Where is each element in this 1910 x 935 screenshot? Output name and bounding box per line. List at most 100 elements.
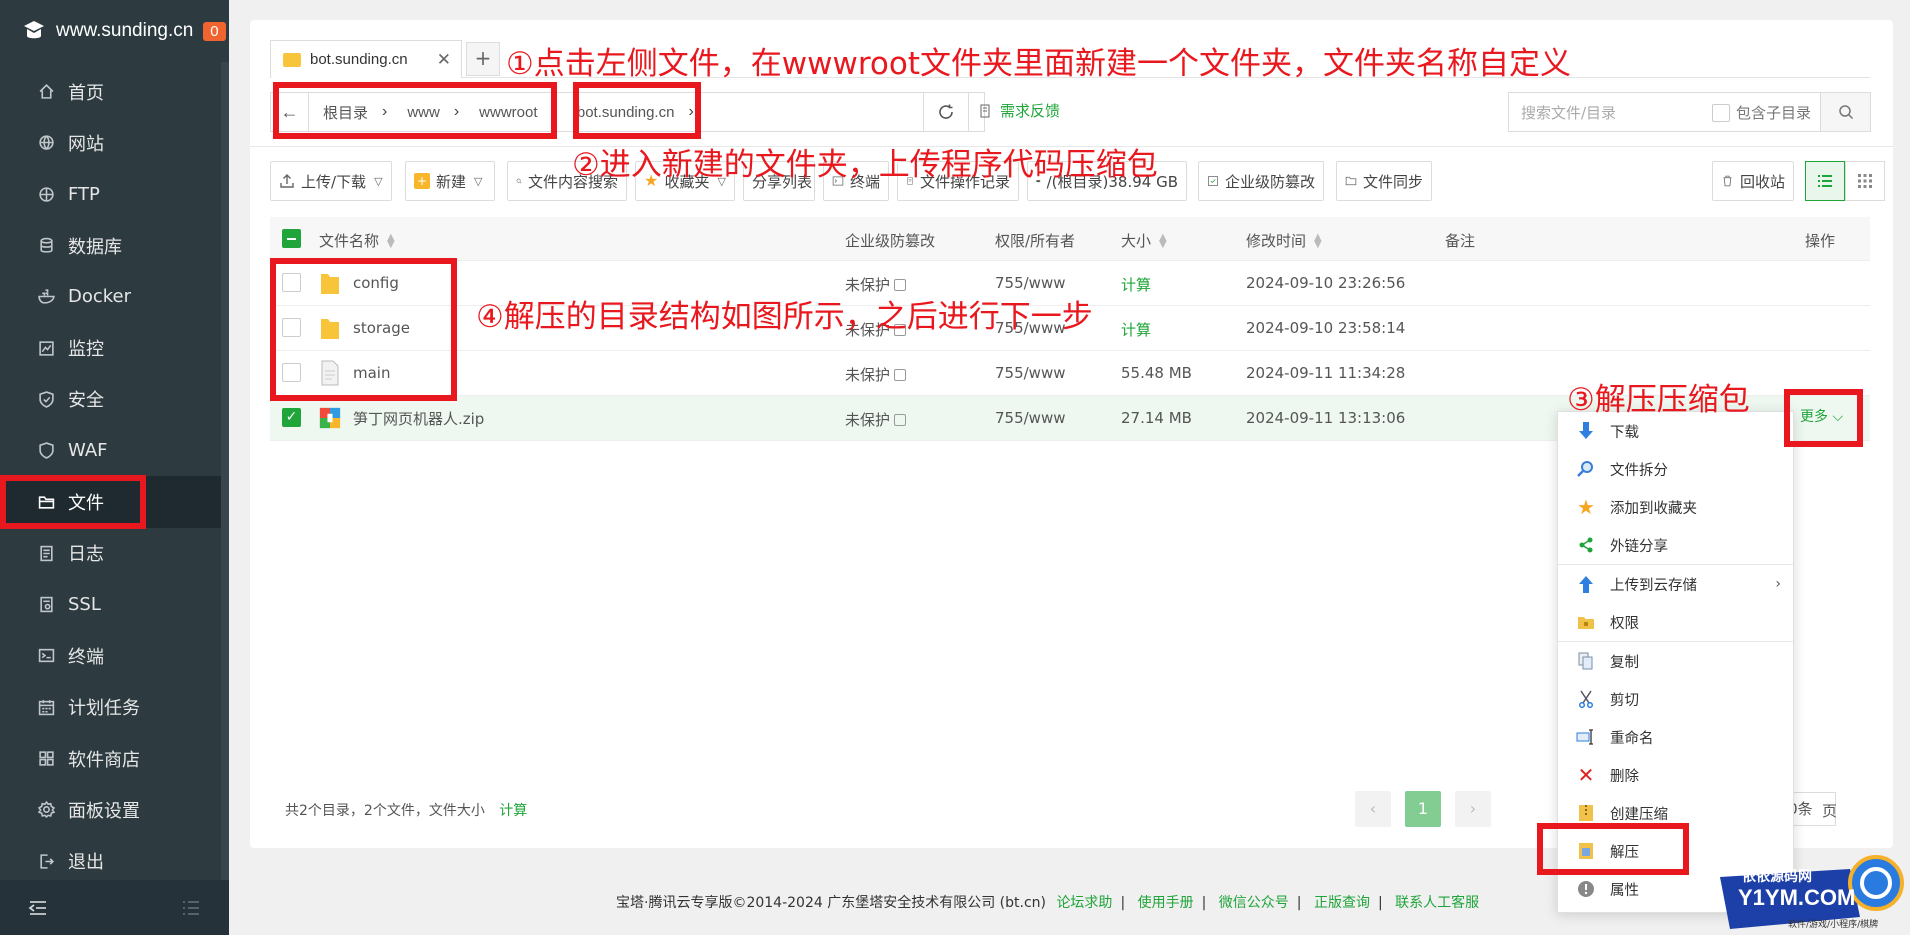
perm-value[interactable]: 755/www <box>995 274 1066 292</box>
page-1-button[interactable]: 1 <box>1405 791 1441 827</box>
file-sync-button[interactable]: 文件同步 <box>1336 161 1432 201</box>
grid-view-button[interactable] <box>1845 161 1885 201</box>
next-page-button[interactable]: › <box>1455 791 1491 827</box>
recycle-bin-button[interactable]: 回收站 <box>1712 161 1794 201</box>
sidebar-item-ftp[interactable]: FTP <box>0 169 229 220</box>
annotation-box-files <box>0 475 146 529</box>
tab-bot-sunding[interactable]: bot.sunding.cn ✕ <box>270 40 462 78</box>
docker-icon <box>38 289 55 305</box>
list-view-button[interactable] <box>1805 161 1845 201</box>
ssl-icon <box>40 596 53 613</box>
sidebar-item-label: 首页 <box>68 82 104 104</box>
size-cell[interactable]: 计算 <box>1121 319 1151 340</box>
perm-value[interactable]: 755/www <box>995 364 1066 382</box>
perm-cell[interactable]: 755/www <box>995 364 1066 382</box>
rename-icon <box>1576 727 1596 747</box>
sidebar-item-waf[interactable]: WAF <box>0 425 229 476</box>
tamper-protect-button[interactable]: 企业级防篡改 <box>1198 161 1324 201</box>
size-value[interactable]: 计算 <box>1121 319 1151 340</box>
prev-page-button[interactable]: ‹ <box>1355 791 1391 827</box>
forum-link[interactable]: 论坛求助 <box>1056 895 1112 911</box>
select-all-checkbox[interactable] <box>282 229 301 248</box>
chevron-right-icon: › <box>1775 576 1781 592</box>
wechat-link[interactable]: 微信公众号 <box>1219 895 1289 911</box>
sidebar-item-label: 网站 <box>68 133 104 155</box>
header-label: 操作 <box>1805 232 1836 250</box>
sidebar-item-database[interactable]: 数据库 <box>0 220 229 271</box>
sort-icon[interactable]: ▲ ▼ <box>387 232 395 249</box>
col-mtime[interactable]: 修改时间 ▲ ▼ <box>1246 230 1322 251</box>
sidebar-item-website[interactable]: 网站 <box>0 117 229 168</box>
manual-link[interactable]: 使用手册 <box>1138 895 1194 911</box>
file-name[interactable]: 笋丁网页机器人.zip <box>353 408 484 429</box>
sidebar-scrollbar[interactable] <box>221 62 229 880</box>
sidebar-item-store[interactable]: 软件商店 <box>0 733 229 784</box>
add-tab-button[interactable]: + <box>466 42 500 76</box>
file-name-cell[interactable]: 笋丁网页机器人.zip <box>319 405 484 431</box>
sort-icon[interactable]: ▲ ▼ <box>1159 232 1167 249</box>
sidebar-item-ssl[interactable]: SSL <box>0 579 229 630</box>
menu-item-permission[interactable]: 权限 <box>1558 603 1793 641</box>
support-link[interactable]: 联系人工客服 <box>1395 895 1479 911</box>
menu-item-cut[interactable]: 剪切 <box>1558 680 1793 718</box>
menu-label: 文件拆分 <box>1610 462 1668 479</box>
genuine-check-link[interactable]: 正版查询 <box>1314 895 1370 911</box>
menu-item-delete[interactable]: ✕ 删除 <box>1558 756 1793 794</box>
header-label: 修改时间 <box>1246 232 1307 250</box>
lock-icon[interactable] <box>894 368 907 381</box>
col-note: 备注 <box>1445 230 1475 251</box>
sidebar-item-terminal[interactable]: 终端 <box>0 630 229 681</box>
watermark-line3: 软件/游戏/小程序/棋牌 <box>1788 920 1879 930</box>
menu-item-rename[interactable]: 重命名 <box>1558 718 1793 756</box>
button-label: 上传/下载 <box>301 172 367 191</box>
notification-badge[interactable]: 0 <box>203 21 226 41</box>
sidebar-item-docker[interactable]: Docker <box>0 271 229 322</box>
sort-icon[interactable]: ▲ ▼ <box>1314 232 1322 249</box>
copyright-text: 宝塔·腾讯云专享版©2014-2024 广东堡塔安全技术有限公司 (bt.cn) <box>616 895 1046 911</box>
col-size[interactable]: 大小 ▲ ▼ <box>1121 230 1167 251</box>
file-search[interactable]: 搜索文件/目录 包含子目录 <box>1508 92 1871 132</box>
protect-cell[interactable]: 未保护 <box>845 409 907 430</box>
menu-item-copy[interactable]: 复制 <box>1558 642 1793 680</box>
sync-folder-icon <box>1345 176 1357 186</box>
list-menu-icon[interactable] <box>181 900 201 916</box>
gear-icon <box>38 801 55 819</box>
perm-cell[interactable]: 755/www <box>995 274 1066 292</box>
menu-item-share[interactable]: 外链分享 <box>1558 526 1793 564</box>
perm-cell[interactable]: 755/www <box>995 409 1066 427</box>
refresh-button[interactable] <box>923 92 969 132</box>
menu-item-upload-cloud[interactable]: 上传到云存储 › <box>1558 565 1793 603</box>
sidebar-item-home[interactable]: 首页 <box>0 66 229 117</box>
delete-icon: ✕ <box>1577 763 1595 787</box>
row-checkbox[interactable]: ✓ <box>282 408 301 427</box>
calendar-icon <box>38 699 55 715</box>
col-name[interactable]: 文件名称 ▲ ▼ <box>319 230 395 251</box>
size-cell[interactable]: 计算 <box>1121 274 1151 295</box>
collapse-menu-icon[interactable] <box>28 900 48 916</box>
sidebar-item-security[interactable]: 安全 <box>0 374 229 425</box>
protect-cell[interactable]: 未保护 <box>845 364 907 385</box>
search-placeholder[interactable]: 搜索文件/目录 <box>1521 102 1616 123</box>
calc-link[interactable]: 计算 <box>499 803 527 819</box>
home-icon <box>39 84 54 99</box>
sidebar-item-monitor[interactable]: 监控 <box>0 322 229 373</box>
close-icon[interactable]: ✕ <box>437 50 451 70</box>
sidebar-item-settings[interactable]: 面板设置 <box>0 784 229 835</box>
trash-icon <box>1723 175 1732 187</box>
feedback-link[interactable]: 需求反馈 <box>978 100 1060 121</box>
sidebar-item-logs[interactable]: 日志 <box>0 528 229 579</box>
upload-download-button[interactable]: 上传/下载 ▽ <box>270 161 392 201</box>
size-value[interactable]: 计算 <box>1121 274 1151 295</box>
search-button[interactable] <box>1820 93 1870 131</box>
sidebar-item-cron[interactable]: 计划任务 <box>0 682 229 733</box>
perm-value[interactable]: 755/www <box>995 409 1066 427</box>
checkbox[interactable] <box>1712 103 1730 122</box>
menu-item-split[interactable]: 文件拆分 <box>1558 450 1793 488</box>
lock-icon[interactable] <box>894 278 907 291</box>
lock-icon[interactable] <box>894 413 907 426</box>
include-subdir-checkbox[interactable]: 包含子目录 <box>1712 102 1811 123</box>
site-header[interactable]: www.sunding.cn 0 <box>0 0 229 62</box>
new-button[interactable]: + 新建 ▽ <box>405 161 495 201</box>
sidebar-item-label: 终端 <box>68 646 104 668</box>
menu-item-favorite[interactable]: ★ 添加到收藏夹 <box>1558 488 1793 526</box>
